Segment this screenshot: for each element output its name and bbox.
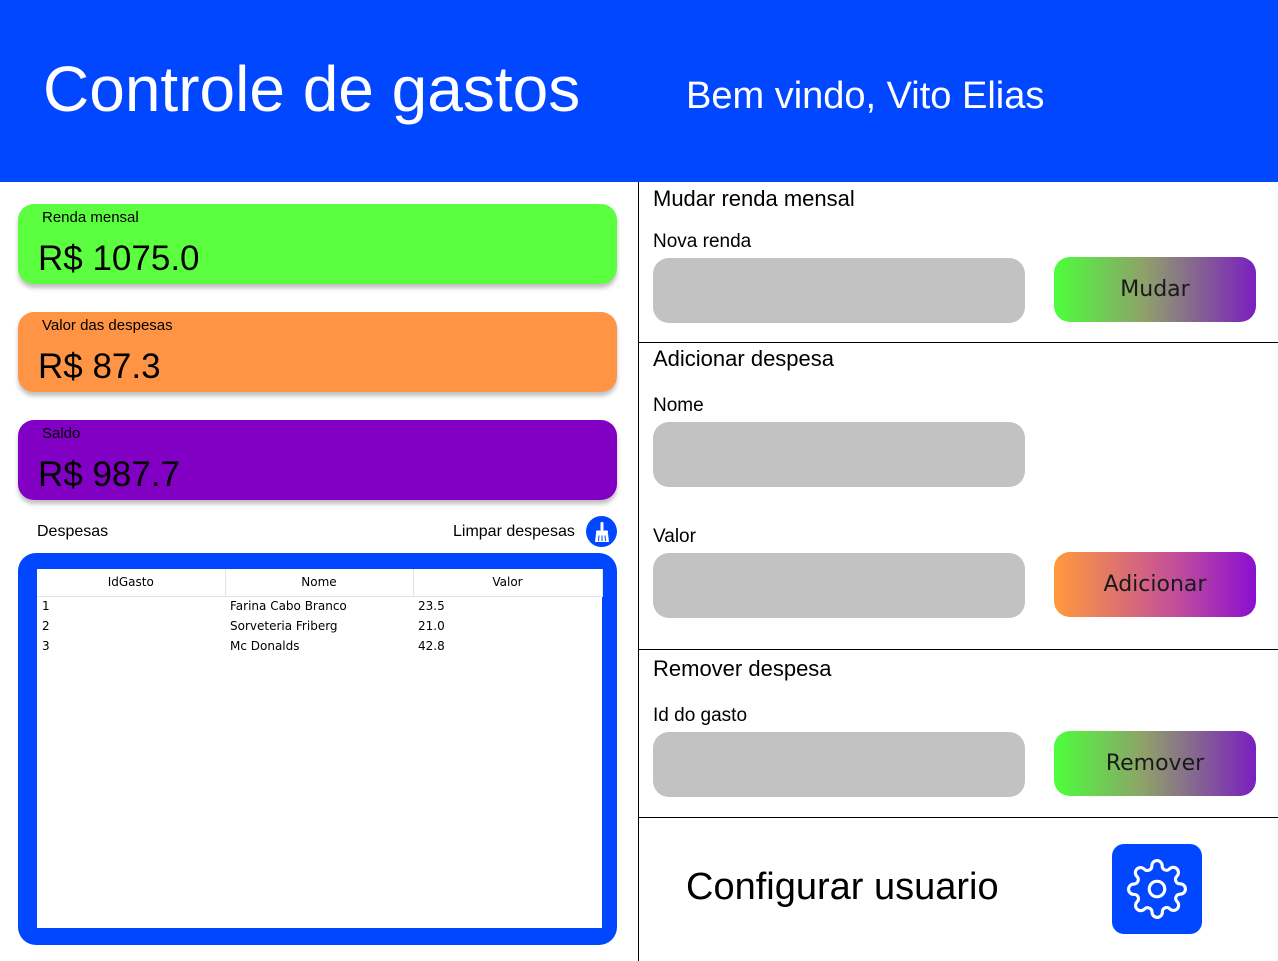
expense-name-label: Nome [653,395,704,416]
table-row[interactable]: 3 Mc Donalds 42.8 [37,636,602,656]
app-title: Controle de gastos [43,53,581,125]
change-income-title: Mudar renda mensal [653,186,855,211]
cell-value: 42.8 [418,639,445,653]
cell-name: Mc Donalds [230,639,300,653]
income-label: Renda mensal [42,209,139,226]
expenses-table[interactable]: IdGasto Nome Valor 1 Farina Cabo Branco … [37,569,603,928]
cell-name: Sorveteria Friberg [230,619,338,633]
new-income-label: Nova renda [653,231,752,252]
clear-expenses-label: Limpar despesas [453,523,575,540]
configure-user-button[interactable] [1112,844,1202,934]
cell-name: Farina Cabo Branco [230,599,347,614]
expense-value-label: Valor [653,526,696,547]
column-header-value[interactable]: Valor [413,569,603,597]
expenses-total-card: Valor das despesas R$ 87.3 [18,312,617,392]
configure-user-label: Configurar usuario [686,866,999,908]
expenses-list-title: Despesas [37,523,109,540]
vertical-divider [638,182,639,961]
income-value: R$ 1075.0 [38,239,200,278]
balance-card: Saldo R$ 987.7 [18,420,617,500]
app-header: Controle de gastos Bem vindo, Vito Elias [0,0,1278,182]
add-expense-button[interactable]: Adicionar [1054,552,1256,617]
column-header-name[interactable]: Nome [225,569,414,597]
cell-value: 21.0 [418,619,445,633]
section-divider [638,342,1278,343]
expense-name-input[interactable] [653,422,1025,487]
table-row[interactable]: 2 Sorveteria Friberg 21.0 [37,616,602,636]
expense-id-input[interactable] [653,732,1025,797]
balance-label: Saldo [42,425,81,442]
change-income-button[interactable]: Mudar [1054,257,1256,322]
cell-value: 23.5 [418,599,445,614]
cell-id: 3 [42,639,50,653]
cell-id: 1 [42,599,50,614]
cell-id: 2 [42,619,50,633]
income-card: Renda mensal R$ 1075.0 [18,204,617,284]
column-header-id[interactable]: IdGasto [37,569,226,597]
expense-id-label: Id do gasto [653,705,748,726]
expenses-table-frame: IdGasto Nome Valor 1 Farina Cabo Branco … [18,553,617,945]
welcome-message: Bem vindo, Vito Elias [686,75,1045,117]
balance-value: R$ 987.7 [38,455,181,494]
expense-value-input[interactable] [653,553,1025,618]
gear-icon [1127,859,1187,919]
new-income-input[interactable] [653,258,1025,323]
clear-expenses-button[interactable] [586,516,617,547]
table-row[interactable]: 1 Farina Cabo Branco 23.5 [37,596,602,616]
broom-icon [594,521,609,542]
section-divider [638,649,1278,650]
section-divider [638,817,1278,818]
remove-expense-button[interactable]: Remover [1054,731,1256,796]
table-header-row: IdGasto Nome Valor [37,569,603,597]
expenses-total-label: Valor das despesas [42,317,173,334]
expenses-total-value: R$ 87.3 [38,347,161,386]
remove-expense-title: Remover despesa [653,656,832,681]
add-expense-title: Adicionar despesa [653,346,835,371]
